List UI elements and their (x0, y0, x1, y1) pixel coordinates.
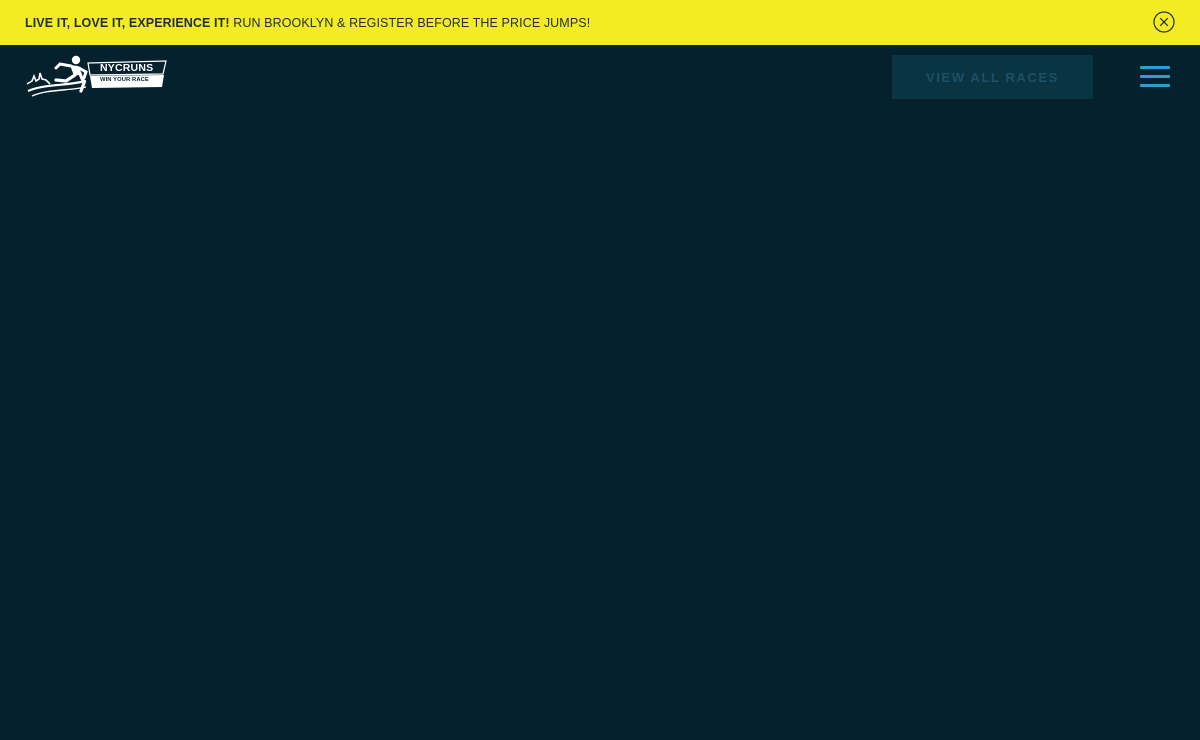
main-content (0, 109, 1200, 740)
menu-line-top (1140, 66, 1170, 69)
close-icon[interactable] (1153, 11, 1175, 33)
promo-banner: LIVE IT, LOVE IT, EXPERIENCE IT! RUN BRO… (0, 0, 1200, 45)
logo-brand-name: NYCRUNS (100, 62, 154, 74)
promo-headline: LIVE IT, LOVE IT, EXPERIENCE IT! (25, 15, 230, 30)
view-all-races-button[interactable]: VIEW ALL RACES (892, 55, 1093, 99)
promo-message: RUN BROOKLYN & REGISTER BEFORE THE PRICE… (229, 15, 591, 30)
logo-tagline: WIN YOUR RACE (100, 77, 149, 83)
menu-line-bottom (1140, 84, 1170, 87)
menu-line-middle (1140, 75, 1170, 78)
site-logo[interactable]: NYCRUNS WIN YOUR RACE (26, 54, 168, 98)
hamburger-menu-icon[interactable] (1138, 64, 1172, 90)
promo-text[interactable]: LIVE IT, LOVE IT, EXPERIENCE IT! RUN BRO… (25, 16, 590, 30)
site-header: NYCRUNS WIN YOUR RACE VIEW ALL RACES (0, 45, 1200, 109)
logo-text: NYCRUNS WIN YOUR RACE (88, 61, 164, 88)
